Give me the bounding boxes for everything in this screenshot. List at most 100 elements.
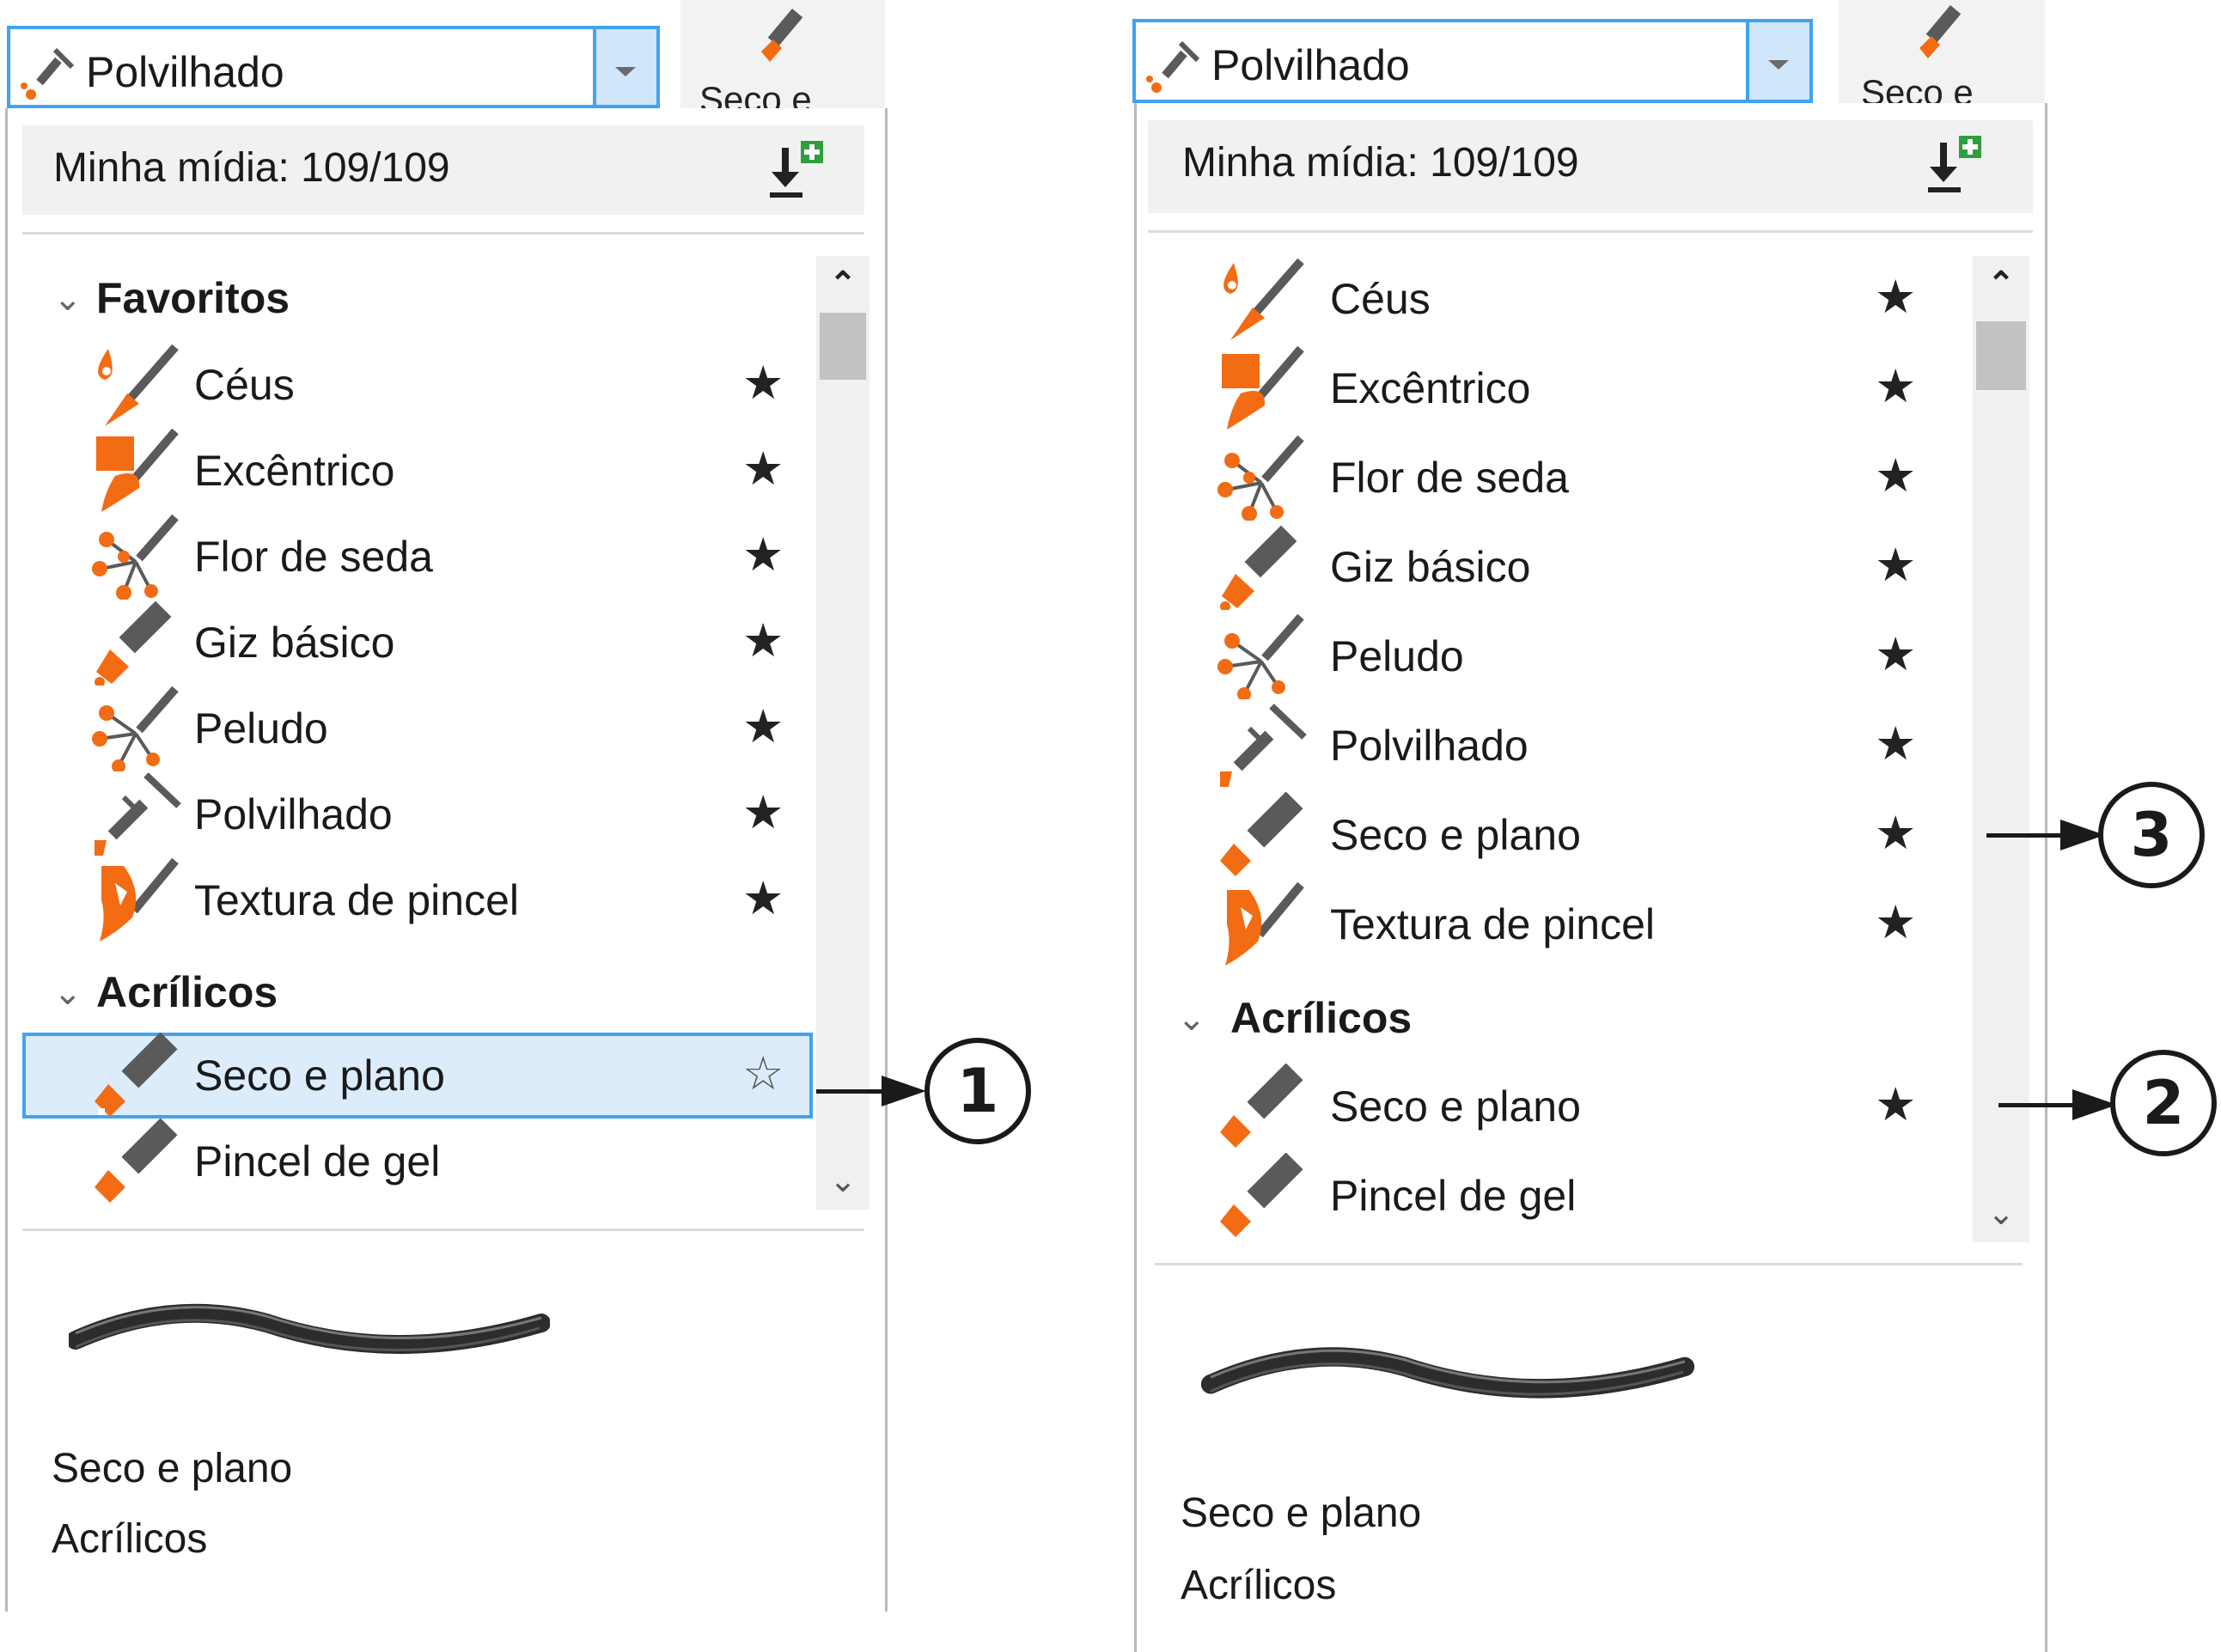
panel-border [2045,103,2047,1652]
chevron-down-icon: ⌄ [53,280,82,318]
group-acrilicos[interactable]: ⌄ Acrílicos [1148,976,1964,1062]
scroll-thumb[interactable] [820,313,866,380]
dry-flat-brush-icon [1220,1064,1303,1148]
item-label: Textura de pincel [1330,900,1656,948]
item-label: Giz básico [194,619,395,667]
item-label: Pincel de gel [1330,1172,1577,1220]
list-item[interactable]: Peludo ★ [22,686,813,771]
list-item[interactable]: Excêntrico ★ [1148,345,1964,431]
left-brush-panel: Polvilhado Seco e Minha mídia: 109/109 ⌄… [0,0,894,1615]
item-label: Excêntrico [1330,364,1531,412]
brush-list: Céus ★ Excêntrico ★ Flor de seda ★ Giz b… [1148,256,1964,1242]
star-icon[interactable]: ★ [1875,808,1916,859]
item-label: Excêntrico [194,447,395,495]
chevron-down-icon [1768,60,1789,70]
item-label: Flor de seda [194,533,433,581]
star-icon[interactable]: ★ [742,357,784,409]
star-outline-icon[interactable]: ☆ [742,1048,784,1100]
my-media-count: Minha mídia: 109/109 [53,145,450,191]
star-icon[interactable]: ★ [742,529,784,581]
scroll-up-icon[interactable]: ⌃ [816,263,869,306]
brush-dropdown[interactable]: Polvilhado [7,26,660,108]
star-icon[interactable]: ★ [1875,450,1916,502]
scroll-down-icon[interactable]: ⌄ [816,1160,869,1203]
scroll-thumb[interactable] [1976,321,2026,390]
brush-quick-button[interactable]: Seco e [1839,0,2045,103]
sprinkler-brush-icon [21,47,75,100]
star-icon[interactable]: ★ [1875,629,1916,680]
group-acrilicos[interactable]: ⌄ Acrílicos [22,950,813,1036]
list-item[interactable]: Pincel de gel [1148,1153,1964,1239]
scroll-down-icon[interactable]: ⌄ [1973,1192,2029,1235]
divider [1155,1263,2023,1265]
item-label: Seco e plano [1330,811,1581,859]
brush-stroke-preview [69,1303,550,1354]
star-icon[interactable]: ★ [1875,718,1916,770]
silk-flower-brush-icon [1217,435,1304,521]
list-item[interactable]: Céus ★ [1148,256,1964,342]
preview-brush-name: Seco e plano [52,1446,293,1491]
gel-brush-icon [1220,1153,1303,1237]
star-icon[interactable]: ★ [1875,539,1916,591]
item-label: Polvilhado [194,790,393,838]
brush-stroke-preview [1200,1347,1695,1399]
sprinkler-brush-icon [1220,704,1307,787]
import-media-icon[interactable] [763,136,832,204]
list-item[interactable]: Seco e plano ★ [1148,792,1964,878]
dropdown-value: Polvilhado [86,48,284,96]
list-item-selected[interactable]: Seco e plano ☆ [22,1033,813,1119]
item-label: Flor de seda [1330,454,1569,502]
callout-arrowhead [882,1076,926,1106]
group-title: Acrílicos [1230,994,1413,1042]
panel-border [885,108,888,1612]
import-media-icon[interactable] [1921,131,1990,199]
star-icon[interactable]: ★ [742,873,784,924]
scrollbar[interactable]: ⌃ ⌄ [1973,256,2029,1242]
dropdown-toggle[interactable] [1746,22,1809,100]
brush-dropdown[interactable]: Polvilhado [1132,19,1813,103]
brush-quick-button[interactable]: Seco e [680,0,885,108]
list-item[interactable]: Giz básico ★ [1148,524,1964,610]
skies-brush-icon [98,344,179,426]
list-item[interactable]: Polvilhado ★ [22,771,813,857]
star-icon[interactable]: ★ [1875,897,1916,948]
list-item[interactable]: Excêntrico ★ [22,428,813,514]
eccentric-brush-icon [1222,345,1304,430]
callout-2: 2 [2110,1050,2217,1156]
scroll-up-icon[interactable]: ⌃ [1973,263,2029,306]
star-icon[interactable]: ★ [1875,271,1916,323]
item-label: Peludo [194,704,328,753]
brush-texture-icon [100,857,179,942]
scrollbar[interactable]: ⌃ ⌄ [816,256,869,1210]
basic-chalk-brush-icon [95,600,172,686]
star-icon[interactable]: ★ [1875,361,1916,412]
star-icon[interactable]: ★ [742,443,784,495]
group-favoritos[interactable]: ⌄ Favoritos [22,256,813,342]
list-item[interactable]: Flor de seda ★ [1148,435,1964,521]
star-icon[interactable]: ★ [742,701,784,753]
chevron-down-icon [615,67,636,76]
star-icon[interactable]: ★ [742,787,784,838]
star-icon[interactable]: ★ [742,615,784,667]
list-item[interactable]: Giz básico ★ [22,600,813,686]
list-item[interactable]: Céus ★ [22,342,813,428]
list-item[interactable]: Flor de seda ★ [22,514,813,600]
dry-flat-brush-icon [95,1033,178,1117]
list-item[interactable]: Pincel de gel [22,1119,813,1204]
item-label: Polvilhado [1330,722,1528,770]
item-label: Pincel de gel [194,1137,441,1186]
gel-brush-icon [95,1119,178,1203]
list-item[interactable]: Textura de pincel ★ [1148,881,1964,967]
dry-flat-brush-icon [1220,792,1303,876]
preview-brush-category: Acrílicos [1181,1563,1337,1608]
item-label: Seco e plano [194,1052,445,1100]
list-item[interactable]: Seco e plano ★ [1148,1064,1964,1149]
divider [22,1228,864,1231]
list-item[interactable]: Polvilhado ★ [1148,703,1964,789]
dropdown-toggle[interactable] [593,29,656,105]
item-label: Peludo [1330,632,1464,680]
list-item[interactable]: Textura de pincel ★ [22,857,813,943]
callout-1: 1 [924,1038,1031,1144]
star-icon[interactable]: ★ [1875,1079,1916,1131]
list-item[interactable]: Peludo ★ [1148,613,1964,699]
